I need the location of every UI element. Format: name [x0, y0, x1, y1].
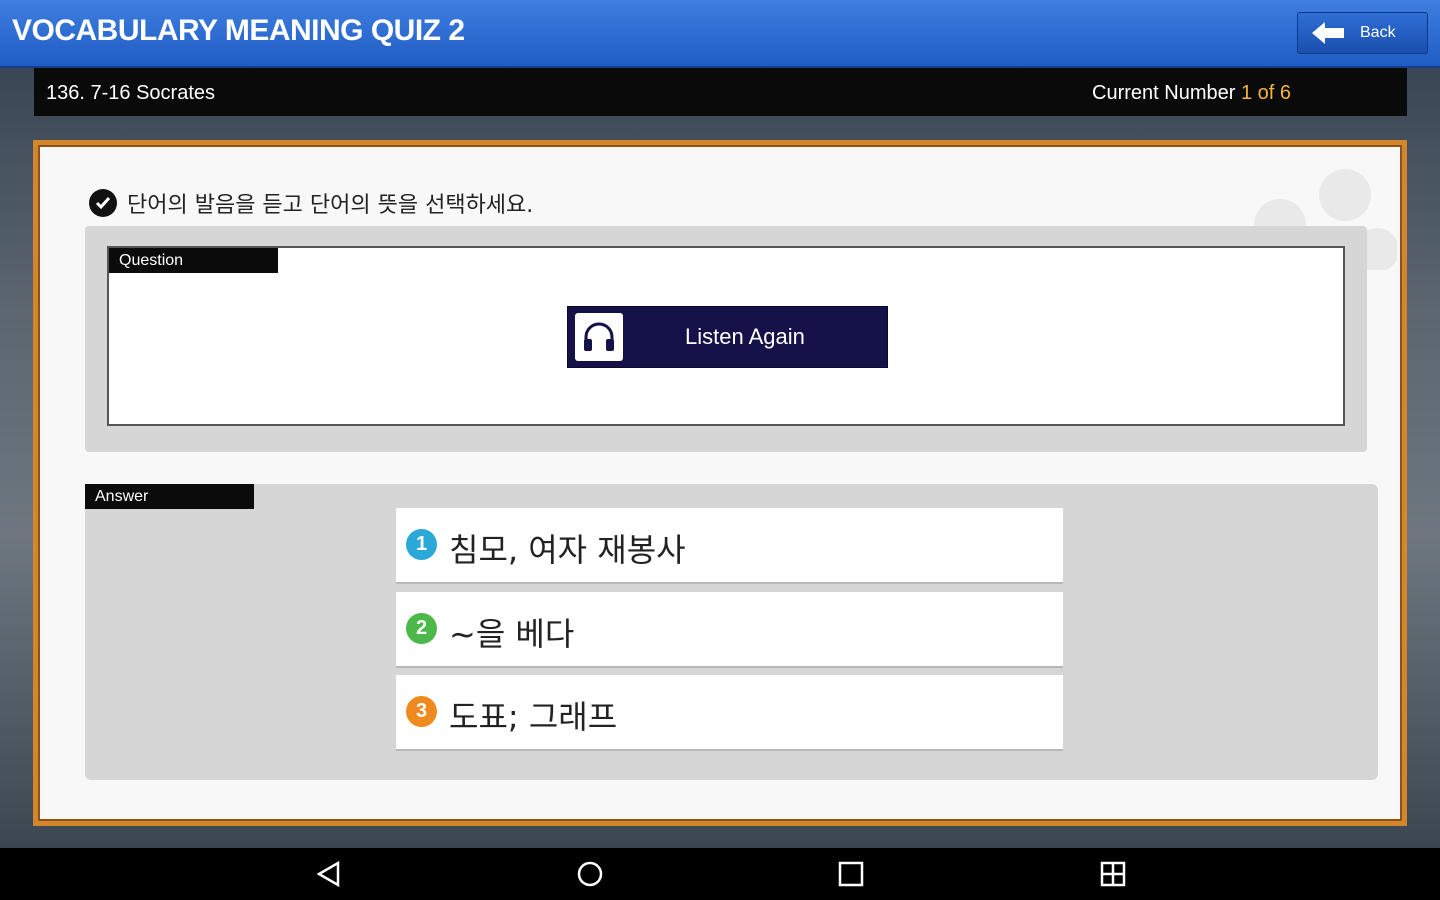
back-button-label: Back [1360, 24, 1396, 41]
check-circle-icon [89, 189, 117, 217]
counter-label: Current Number [1092, 82, 1236, 104]
question-tag: Question [109, 248, 278, 273]
page-title: VOCABULARY MEANING QUIZ 2 [12, 14, 465, 47]
answer-option-3[interactable]: 3 도표; 그래프 [396, 675, 1063, 749]
quiz-card-body: 단어의 발음을 듣고 단어의 뜻을 선택하세요. Question Listen… [43, 150, 1397, 816]
answer-option-2[interactable]: 2 ~을 베다 [396, 592, 1063, 666]
system-nav-bar [0, 848, 1440, 900]
answer-tag: Answer [85, 484, 254, 509]
answer-panel: Answer 1 침모, 여자 재봉사 2 ~을 베다 3 도표; 그래프 [85, 484, 1378, 780]
counter-value: 1 of 6 [1240, 82, 1291, 104]
answer-option-1[interactable]: 1 침모, 여자 재봉사 [396, 508, 1063, 582]
listen-again-button[interactable]: Listen Again [567, 306, 888, 368]
back-arrow-icon [1312, 22, 1344, 44]
nav-screenshot-icon[interactable] [1096, 858, 1130, 890]
option-number-badge: 1 [406, 529, 437, 560]
quiz-card: 단어의 발음을 듣고 단어의 뜻을 선택하세요. Question Listen… [33, 140, 1407, 826]
question-counter: Current Number 1 of 6 [1092, 82, 1291, 105]
option-text: ~을 베다 [449, 615, 575, 653]
option-text: 침모, 여자 재봉사 [449, 531, 686, 569]
option-number-badge: 2 [406, 613, 437, 644]
headphones-icon [575, 313, 623, 361]
option-text: 도표; 그래프 [449, 698, 618, 736]
nav-back-icon[interactable] [312, 858, 346, 890]
listen-again-label: Listen Again [685, 324, 805, 349]
instruction: 단어의 발음을 듣고 단어의 뜻을 선택하세요. [89, 187, 533, 219]
info-bar: 136. 7-16 Socrates Current Number 1 of 6 [34, 68, 1407, 116]
title-bar: VOCABULARY MEANING QUIZ 2 Back [0, 0, 1440, 68]
nav-recents-icon[interactable] [834, 858, 868, 890]
question-panel: Question Listen Again [85, 226, 1367, 452]
question-box: Question Listen Again [107, 246, 1345, 426]
instruction-text: 단어의 발음을 듣고 단어의 뜻을 선택하세요. [127, 193, 534, 218]
nav-home-icon[interactable] [573, 858, 607, 890]
option-number-badge: 3 [406, 696, 437, 727]
lesson-title: 136. 7-16 Socrates [46, 82, 215, 104]
back-button[interactable]: Back [1297, 12, 1428, 54]
